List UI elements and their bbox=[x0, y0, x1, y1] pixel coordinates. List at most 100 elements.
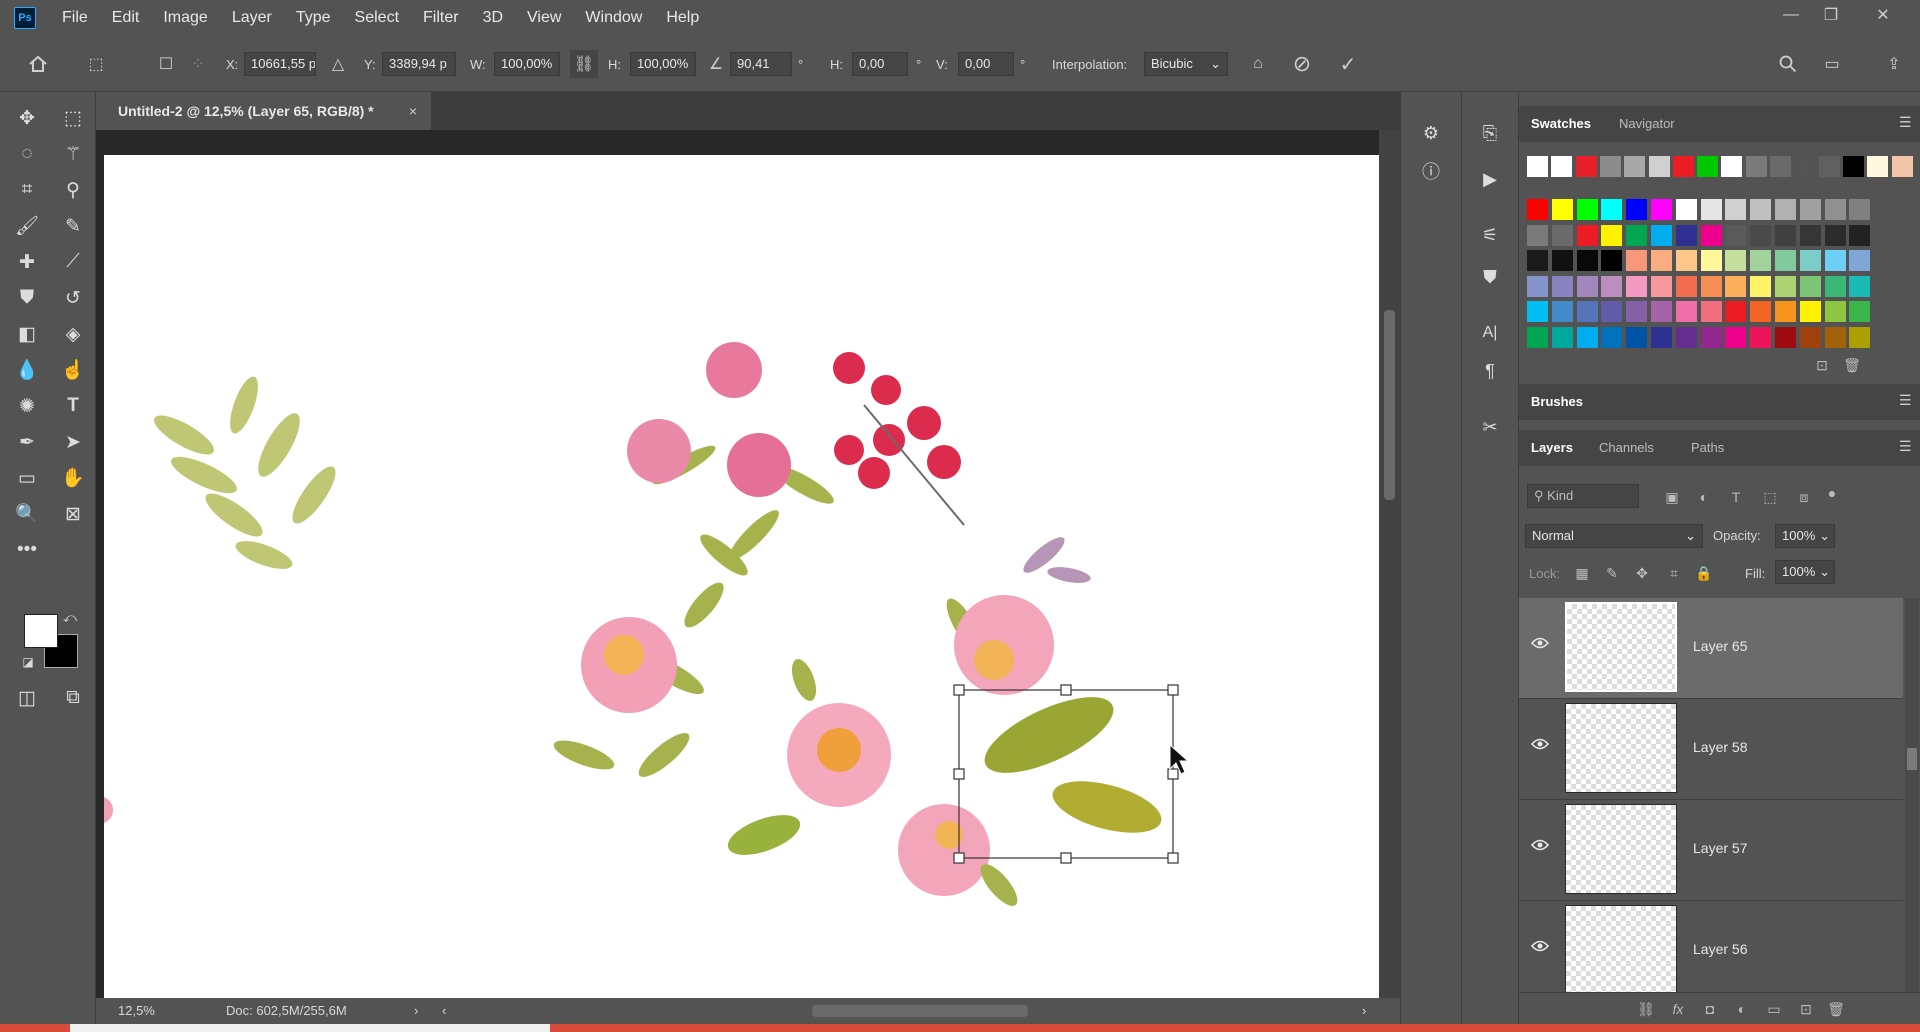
swatch[interactable] bbox=[1626, 326, 1648, 348]
search-icon[interactable] bbox=[1774, 50, 1802, 78]
swatch[interactable] bbox=[1576, 224, 1598, 246]
status-menu-arrow-icon[interactable]: › bbox=[414, 998, 418, 1024]
swatch[interactable] bbox=[1775, 199, 1796, 220]
history-icon[interactable]: ⎘ bbox=[1472, 116, 1508, 150]
swatch[interactable] bbox=[1700, 250, 1722, 271]
swatch[interactable] bbox=[1799, 275, 1821, 297]
warp-icon[interactable]: ⌂ bbox=[1244, 50, 1272, 78]
add-mask-icon[interactable]: ◘ bbox=[1697, 996, 1723, 1022]
layers-scrollbar[interactable] bbox=[1905, 598, 1919, 994]
mixer-brush-tool-icon[interactable]: ⟋ bbox=[56, 246, 90, 278]
swatch[interactable] bbox=[1626, 275, 1648, 297]
clone-stamp-tool-icon[interactable]: ⛊ bbox=[10, 282, 44, 314]
close-button[interactable]: ✕ bbox=[1860, 0, 1906, 30]
swatch[interactable] bbox=[1824, 326, 1846, 348]
swatch[interactable] bbox=[1867, 156, 1889, 177]
marquee-tool-icon[interactable]: ⬚ bbox=[56, 102, 90, 134]
type-tool-icon[interactable]: T bbox=[56, 390, 90, 422]
character-icon[interactable]: A| bbox=[1472, 316, 1508, 350]
document-tab[interactable]: Untitled-2 @ 12,5% (Layer 65, RGB/8) * × bbox=[96, 92, 431, 130]
menu-image[interactable]: Image bbox=[151, 0, 219, 36]
swatch[interactable] bbox=[1675, 199, 1697, 220]
close-document-icon[interactable]: × bbox=[409, 92, 417, 130]
menu-help[interactable]: Help bbox=[654, 0, 711, 36]
swatch[interactable] bbox=[1775, 326, 1796, 348]
brush-tool-icon[interactable]: 🖌 bbox=[10, 210, 44, 242]
visibility-eye-icon[interactable] bbox=[1530, 939, 1551, 959]
layer-name[interactable]: Layer 56 bbox=[1693, 941, 1747, 957]
swatch[interactable] bbox=[1842, 156, 1864, 177]
angle-field[interactable]: 90,41 bbox=[730, 52, 792, 76]
swatch[interactable] bbox=[1794, 156, 1816, 177]
swatch[interactable] bbox=[1624, 156, 1646, 177]
tab-swatches[interactable]: Swatches bbox=[1531, 114, 1591, 134]
swatch[interactable] bbox=[1626, 250, 1648, 271]
swatch[interactable] bbox=[1824, 275, 1846, 297]
swatch[interactable] bbox=[1551, 156, 1573, 177]
swatch[interactable] bbox=[1601, 224, 1623, 246]
hand-tool-icon[interactable]: ✋ bbox=[56, 462, 90, 494]
swatch[interactable] bbox=[1651, 199, 1672, 220]
link-layers-icon[interactable]: ⛓ bbox=[1633, 996, 1659, 1022]
swap-colors-icon[interactable]: ⤺ bbox=[60, 608, 80, 628]
swatch[interactable] bbox=[1849, 250, 1871, 271]
width-field[interactable]: 100,00% bbox=[494, 52, 560, 76]
swatch[interactable] bbox=[1601, 250, 1623, 271]
swatch[interactable] bbox=[1651, 250, 1672, 271]
home-icon[interactable] bbox=[24, 50, 52, 78]
rectangle-tool-icon[interactable]: ▭ bbox=[10, 462, 44, 494]
swatch[interactable] bbox=[1775, 301, 1796, 322]
swatch[interactable] bbox=[1700, 275, 1722, 297]
layer-row[interactable]: Layer 65 bbox=[1519, 598, 1903, 699]
brushes-menu-icon[interactable]: ☰ bbox=[1899, 392, 1913, 409]
swatch[interactable] bbox=[1799, 199, 1821, 220]
swatch[interactable] bbox=[1770, 156, 1791, 177]
swatch[interactable] bbox=[1750, 199, 1772, 220]
opacity-field[interactable]: 100% ⌄ bbox=[1775, 524, 1835, 548]
swatch[interactable] bbox=[1675, 250, 1697, 271]
swatch[interactable] bbox=[1849, 326, 1871, 348]
default-colors-icon[interactable]: ◪ bbox=[18, 652, 38, 672]
swatch[interactable] bbox=[1551, 301, 1573, 322]
swatches-menu-icon[interactable]: ☰ bbox=[1899, 114, 1913, 131]
transform-icon[interactable]: ⬚ bbox=[82, 50, 110, 78]
lock-all-icon[interactable]: 🔒 bbox=[1691, 560, 1717, 586]
workspace-icon[interactable]: ▭ bbox=[1818, 50, 1846, 78]
menu-window[interactable]: Window bbox=[573, 0, 654, 36]
swatch[interactable] bbox=[1799, 250, 1821, 271]
crop-tool-icon[interactable]: ⌗ bbox=[10, 174, 44, 206]
lasso-tool-icon[interactable]: ◌ bbox=[10, 138, 44, 170]
clone-source-icon[interactable]: ⛊ bbox=[1472, 260, 1508, 294]
adjustment-layer-icon[interactable]: ◐ bbox=[1729, 996, 1755, 1022]
delete-swatch-icon[interactable]: 🗑 bbox=[1839, 352, 1865, 378]
menu-select[interactable]: Select bbox=[343, 0, 411, 36]
swatch[interactable] bbox=[1527, 156, 1548, 177]
zoom-level[interactable]: 12,5% bbox=[118, 998, 155, 1024]
swatch[interactable] bbox=[1626, 301, 1648, 322]
quick-mask-icon[interactable]: ◫ bbox=[10, 682, 44, 714]
new-group-icon[interactable]: ▭ bbox=[1761, 996, 1787, 1022]
delete-layer-icon[interactable]: 🗑 bbox=[1823, 996, 1849, 1022]
share-icon[interactable]: ⇪ bbox=[1880, 50, 1908, 78]
swatch[interactable] bbox=[1551, 275, 1573, 297]
actions-play-icon[interactable]: ▶ bbox=[1472, 162, 1508, 196]
fill-field[interactable]: 100% ⌄ bbox=[1775, 560, 1835, 584]
reference-point-checkbox-icon[interactable]: ☐ bbox=[152, 50, 180, 78]
brushes-title[interactable]: Brushes bbox=[1531, 392, 1583, 412]
menu-type[interactable]: Type bbox=[284, 0, 343, 36]
layer-row[interactable]: Layer 58 bbox=[1519, 699, 1903, 800]
swatch[interactable] bbox=[1601, 301, 1623, 322]
swatch[interactable] bbox=[1849, 275, 1871, 297]
swatch[interactable] bbox=[1551, 224, 1573, 246]
menu-3d[interactable]: 3D bbox=[471, 0, 515, 36]
swatch[interactable] bbox=[1527, 199, 1548, 220]
swatch[interactable] bbox=[1700, 326, 1722, 348]
filter-pixel-icon[interactable]: ▣ bbox=[1659, 484, 1685, 510]
swatch[interactable] bbox=[1576, 199, 1598, 220]
swatch[interactable] bbox=[1576, 275, 1598, 297]
more-tools-icon[interactable]: ••• bbox=[10, 534, 44, 566]
new-layer-icon[interactable]: ⊡ bbox=[1793, 996, 1819, 1022]
eyedropper-tool-icon[interactable]: ⚲ bbox=[56, 174, 90, 206]
layer-thumbnail[interactable] bbox=[1565, 905, 1677, 994]
swatch[interactable] bbox=[1527, 326, 1548, 348]
